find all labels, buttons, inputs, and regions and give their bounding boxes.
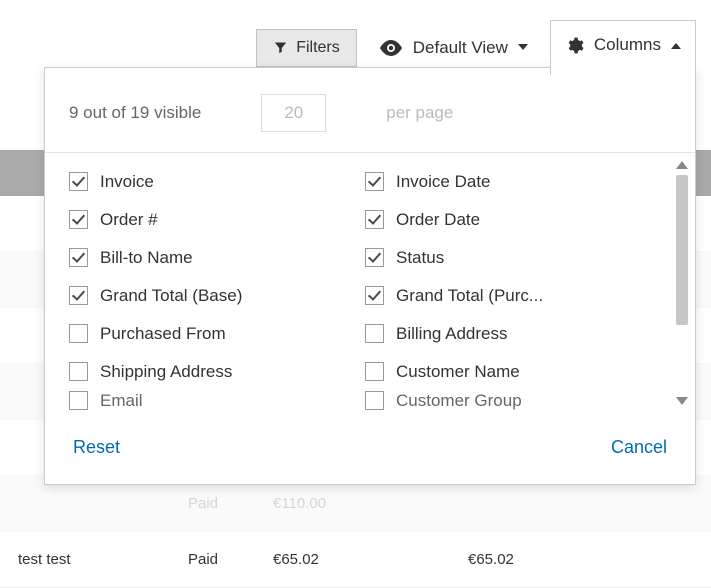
column-option[interactable]: Customer Group (365, 391, 661, 413)
column-option[interactable]: Customer Name (365, 353, 661, 391)
checkbox[interactable] (69, 248, 88, 267)
column-option-label: Invoice (100, 172, 154, 192)
column-option-label: Customer Name (396, 362, 520, 382)
column-option-label: Status (396, 248, 444, 268)
checkbox[interactable] (365, 362, 384, 381)
columns-toggle[interactable]: Columns (550, 20, 696, 75)
grid-cell: Paid (188, 551, 273, 568)
cancel-button[interactable]: Cancel (611, 437, 667, 458)
column-option[interactable]: Email (69, 391, 365, 413)
column-option-label: Bill-to Name (100, 248, 193, 268)
column-option[interactable]: Invoice Date (365, 163, 661, 201)
view-label: Default View (413, 38, 508, 58)
view-selector[interactable]: Default View (379, 38, 528, 58)
scroll-thumb[interactable] (676, 175, 688, 325)
column-option-label: Order Date (396, 210, 480, 230)
columns-list: Invoice Order # Bill-to Name Grand Total (B… (45, 153, 695, 413)
grid-cell: €65.02 (468, 551, 588, 568)
checkbox[interactable] (365, 324, 384, 343)
columns-dropdown-footer: Reset Cancel (45, 413, 695, 484)
column-option[interactable]: Shipping Address (69, 353, 365, 391)
columns-dropdown: 9 out of 19 visible 20 per page Invoice O… (44, 67, 696, 485)
column-option-label: Billing Address (396, 324, 508, 344)
checkbox[interactable] (365, 286, 384, 305)
column-option[interactable]: Grand Total (Base) (69, 277, 365, 315)
gear-icon (565, 36, 584, 55)
scroll-up-icon[interactable] (676, 161, 688, 169)
grid-row[interactable]: test testPaid€65.02€65.02 (0, 532, 711, 588)
chevron-up-icon (671, 42, 681, 49)
column-option-label: Invoice Date (396, 172, 491, 192)
chevron-down-icon (518, 44, 528, 51)
grid-cell: €65.02 (273, 551, 468, 568)
checkbox[interactable] (69, 391, 88, 410)
per-page-value[interactable]: 20 (261, 94, 326, 132)
checkbox[interactable] (69, 172, 88, 191)
column-option[interactable]: Billing Address (365, 315, 661, 353)
checkbox[interactable] (365, 391, 384, 410)
column-option[interactable]: Order Date (365, 201, 661, 239)
column-option[interactable]: Invoice (69, 163, 365, 201)
checkbox[interactable] (69, 362, 88, 381)
grid-cell: test test (18, 551, 188, 568)
filters-button[interactable]: Filters (256, 29, 357, 67)
checkbox[interactable] (365, 172, 384, 191)
column-option[interactable]: Status (365, 239, 661, 277)
column-option[interactable]: Bill-to Name (69, 239, 365, 277)
filters-label: Filters (296, 39, 340, 57)
visible-columns-counter: 9 out of 19 visible (69, 103, 201, 123)
scroll-down-icon[interactable] (676, 397, 688, 405)
column-option[interactable]: Purchased From (69, 315, 365, 353)
column-option-label: Customer Group (396, 391, 522, 411)
checkbox[interactable] (69, 324, 88, 343)
column-option-label: Order # (100, 210, 158, 230)
checkbox[interactable] (365, 210, 384, 229)
reset-button[interactable]: Reset (73, 437, 120, 458)
checkbox[interactable] (365, 248, 384, 267)
checkbox[interactable] (69, 210, 88, 229)
column-option-label: Grand Total (Purc... (396, 286, 543, 306)
columns-dropdown-header: 9 out of 19 visible 20 per page (45, 68, 695, 153)
columns-scrollbar[interactable] (673, 157, 691, 409)
column-option-label: Grand Total (Base) (100, 286, 242, 306)
eye-icon (379, 40, 403, 56)
column-option[interactable]: Order # (69, 201, 365, 239)
checkbox[interactable] (69, 286, 88, 305)
column-option-label: Purchased From (100, 324, 226, 344)
column-option-label: Email (100, 391, 143, 411)
funnel-icon (273, 40, 288, 55)
column-option[interactable]: Grand Total (Purc... (365, 277, 661, 315)
per-page-label: per page (386, 103, 453, 123)
columns-label: Columns (594, 35, 661, 55)
column-option-label: Shipping Address (100, 362, 232, 382)
